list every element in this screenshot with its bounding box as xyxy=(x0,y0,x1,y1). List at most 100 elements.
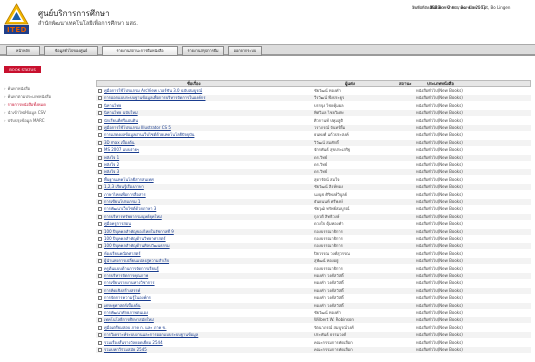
book-title-link[interactable]: คู่มือการใช้โปรแกรม ArcView เวอร์ชัน 3.0… xyxy=(104,88,304,94)
row-checkbox[interactable] xyxy=(98,229,102,234)
book-title-link[interactable]: พลังใจ 1 xyxy=(104,155,304,161)
book-title-link[interactable]: การบริหารจัดการคุณภาพ xyxy=(104,273,304,279)
row-checkbox[interactable] xyxy=(98,140,102,145)
column-header-status: สถานะ xyxy=(399,81,412,86)
book-title-link[interactable]: ครูต้นแบบด้านการจัดการเรียนรู้ xyxy=(104,266,304,272)
row-checkbox[interactable] xyxy=(98,192,102,197)
book-title-link[interactable]: การเขียนรายงานทางวิชาการ xyxy=(104,280,304,286)
sidebar-item-marc[interactable]: › ปรับปรุงข้อมูล MARC xyxy=(4,117,84,124)
row-checkbox[interactable] xyxy=(98,311,102,315)
row-checkbox[interactable] xyxy=(98,281,102,286)
row-checkbox[interactable] xyxy=(98,200,102,204)
table-row: การเขียนโปรแกรม 1 ธันยนนท์ ศรีพงษ์ หนังสือ… xyxy=(96,199,531,205)
table-row: คู่มือการใช้โปรแกรม Illustrator CS 5 วราภ… xyxy=(96,125,531,131)
book-title-link[interactable]: ห้องเรียนคณิตศาสตร์ xyxy=(104,251,304,257)
book-title-link[interactable]: พลังใจ 2 xyxy=(104,162,304,168)
column-header-title: ชื่อเรื่อง xyxy=(187,81,201,86)
book-title-link[interactable]: คู่มือเตรียมสอบ ภาค ก. และ ภาค ข. xyxy=(104,325,304,331)
row-checkbox[interactable] xyxy=(98,214,102,219)
book-title-link[interactable]: การบริหารทรัพยากรมนุษย์ยุคใหม่ xyxy=(104,214,304,220)
book-author: ประพันธ์ ธรรมวงศ์ xyxy=(314,332,347,338)
book-title-link[interactable]: พื้นฐานเทคโนโลยีสารสนเทศ xyxy=(104,177,304,183)
chevron-right-icon: › xyxy=(4,86,6,91)
row-checkbox[interactable] xyxy=(98,96,102,101)
book-author: ธนพงศ์ แก้วประสงค์ xyxy=(314,132,349,138)
book-type: หนังสือทั่วไป(New Books) xyxy=(416,339,463,345)
tab-center-info[interactable]: ข้อมูลทั่วไปของศูนย์ xyxy=(44,46,98,56)
book-title-link[interactable]: คู่มือการใช้โปรแกรม Illustrator CS 5 xyxy=(104,125,304,131)
book-title-link[interactable]: การคิดเชิงสร้างสรรค์ xyxy=(104,288,304,294)
row-checkbox[interactable] xyxy=(98,244,102,249)
row-checkbox[interactable] xyxy=(98,126,102,130)
row-checkbox[interactable] xyxy=(98,237,102,241)
book-title-link[interactable]: คู่มือครูการสอน xyxy=(104,221,304,227)
book-author: กองบรรณาธิการ xyxy=(314,236,343,241)
tab-home[interactable]: หน้าหลัก xyxy=(6,46,40,56)
row-checkbox[interactable] xyxy=(98,296,102,301)
row-checkbox[interactable] xyxy=(98,148,102,153)
book-author: ดร.วิทย์ xyxy=(314,154,328,160)
row-checkbox[interactable] xyxy=(98,259,102,264)
table-row: พื้นฐานเทคโนโลยีสารสนเทศ สุดารัตน์ สมใจ หน… xyxy=(96,176,531,183)
book-title-link[interactable]: ภาษาไทยเพื่อการสื่อสาร xyxy=(104,192,304,198)
table-row: รวมเรื่องสั้นรางวัลยอดเยี่ยม 2544 คณะกรรม… xyxy=(96,339,531,346)
book-title-link[interactable]: 100 ปีบุคคลสำคัญด้านศิลปวัฒนธรรม xyxy=(104,243,304,249)
row-checkbox[interactable] xyxy=(98,118,102,123)
row-checkbox[interactable] xyxy=(98,348,102,352)
sidebar-item-import-csv[interactable]: › นำเข้าไฟล์ข้อมูล CSV xyxy=(4,109,84,116)
book-type: หนังสือทั่วไป(New Books) xyxy=(416,221,463,227)
book-title-link[interactable]: รวมบทกวีร่วมสมัย 2545 xyxy=(104,347,304,353)
book-title-link[interactable]: การพัฒนาศักยภาพตนเอง xyxy=(104,310,304,316)
book-author: ดร.วิทย์ xyxy=(314,162,328,167)
row-checkbox[interactable] xyxy=(98,185,102,190)
table-row: การบริหารจัดการคุณภาพ ทองคำ วงศ์สวัสดิ์ หน… xyxy=(96,273,531,279)
sidebar-item-search-by-type[interactable]: › ค้นหาตามประเภทหนังสือ xyxy=(4,93,84,100)
tab-borrow-summary[interactable]: รายงานสรุปการยืม xyxy=(182,46,224,56)
table-row: MS 2007 แบบง่ายๆ จักรพันธ์ สุขประเสริฐ หนั… xyxy=(96,147,531,154)
book-title-link[interactable]: การวิเคราะห์ระบบงานและการออกแบบระบบฐานข้… xyxy=(104,332,304,338)
row-checkbox[interactable] xyxy=(98,222,102,227)
book-title-link[interactable]: 3D max เบื้องต้น xyxy=(104,140,304,146)
book-title-link[interactable]: 100 ปีบุคคลสำคัญของไทยในรัชกาลที่ 9 xyxy=(104,229,304,235)
row-checkbox[interactable] xyxy=(98,340,102,345)
row-checkbox[interactable] xyxy=(98,133,102,138)
book-title-link[interactable]: นิทานไทย ฉบับใหม่ xyxy=(104,110,304,116)
book-title-link[interactable]: ผู้นำแห่งการเปลี่ยนแปลงสู่ความสำเร็จ xyxy=(104,258,304,264)
book-title-link[interactable]: เทคโนโลยีการศึกษาสมัยใหม่ xyxy=(104,317,304,323)
book-title-link[interactable]: นักเรียนดีศรีแผ่นดิน xyxy=(104,118,304,124)
tab-borrow-status[interactable]: รายงานสถานะการยืมหนังสือ xyxy=(102,46,178,56)
book-title-link[interactable]: การออกแบบระบบฐานข้อมูลเพื่อการบริหารจัดก… xyxy=(104,95,304,101)
row-checkbox[interactable] xyxy=(98,89,102,93)
book-title-link[interactable]: 100 ปีบุคคลสำคัญด้านวิทยาศาสตร์ xyxy=(104,236,304,242)
sidebar-item-all-books[interactable]: › รายการหนังสือทั้งหมด xyxy=(4,101,84,108)
row-checkbox[interactable] xyxy=(98,318,102,323)
tab-logout[interactable]: ออกจากระบบ xyxy=(228,46,262,56)
book-title-link[interactable]: การเขียนโปรแกรม 1 xyxy=(104,199,304,205)
book-type: หนังสือทั่วไป(New Books) xyxy=(416,317,463,323)
book-title-link[interactable]: MS 2007 แบบง่ายๆ xyxy=(104,147,304,153)
book-type: หนังสือทั่วไป(New Books) xyxy=(416,191,463,197)
book-title-link[interactable]: นิทานไทย xyxy=(104,103,304,109)
row-checkbox[interactable] xyxy=(98,266,102,271)
row-checkbox[interactable] xyxy=(98,111,102,116)
book-title-link[interactable]: รวมเรื่องสั้นรางวัลยอดเยี่ยม 2544 xyxy=(104,340,304,346)
book-title-link[interactable]: การจัดการความรู้ในองค์กร xyxy=(104,295,304,301)
row-checkbox[interactable] xyxy=(98,251,102,256)
row-checkbox[interactable] xyxy=(98,170,102,175)
row-checkbox[interactable] xyxy=(98,207,102,212)
row-checkbox[interactable] xyxy=(98,163,102,167)
book-title-link[interactable]: เศรษฐศาสตร์เบื้องต้น xyxy=(104,303,304,309)
book-title-link[interactable]: การพัฒนาเว็บไซต์ด้วยภาษา 3 xyxy=(104,206,304,212)
book-title-link[interactable]: 1,2,3 เรียนรู้เรื่องภาษา xyxy=(104,184,304,190)
row-checkbox[interactable] xyxy=(98,103,102,108)
book-title-link[interactable]: การแสดงผลข้อมูลผ่านเว็บไซต์ด้วยเทคโนโลยี… xyxy=(104,132,304,138)
row-checkbox[interactable] xyxy=(98,155,102,160)
row-checkbox[interactable] xyxy=(98,288,102,293)
row-checkbox[interactable] xyxy=(98,177,102,182)
book-title-link[interactable]: พลังใจ 3 xyxy=(104,169,304,175)
row-checkbox[interactable] xyxy=(98,274,102,278)
sidebar-item-search[interactable]: › ค้นหาหนังสือ xyxy=(4,85,84,92)
row-checkbox[interactable] xyxy=(98,333,102,338)
row-checkbox[interactable] xyxy=(98,303,102,308)
row-checkbox[interactable] xyxy=(98,325,102,330)
